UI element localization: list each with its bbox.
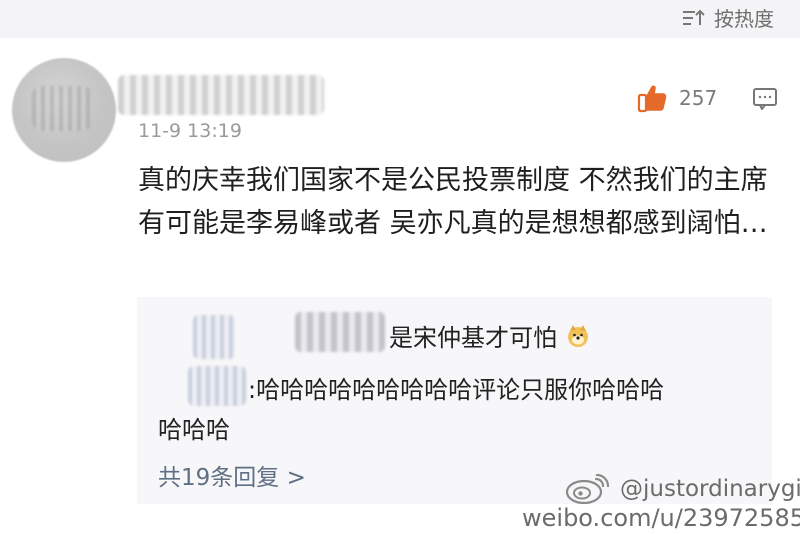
comment-timestamp: 11-9 13:19 <box>138 120 242 142</box>
reply-username-redacted[interactable] <box>295 312 385 352</box>
username-redacted[interactable] <box>118 75 324 115</box>
reply-item: :哈哈哈哈哈哈哈哈哈评论只服你哈哈哈 哈哈哈 <box>158 370 753 450</box>
avatar[interactable] <box>12 58 116 162</box>
watermark-handle: @justordinarygirl <box>564 472 800 506</box>
reply-text-line-2: 哈哈哈 <box>158 416 230 444</box>
weibo-logo-icon <box>565 473 610 505</box>
watermark-url: weibo.com/u/2397258571 <box>522 504 800 532</box>
reply-username-redacted[interactable] <box>188 366 246 406</box>
comment-icon[interactable] <box>752 87 778 111</box>
reply-username-redacted[interactable] <box>193 315 235 359</box>
sort-icon <box>683 9 705 25</box>
reply-item: 是宋仲基才可怕 <box>389 318 591 353</box>
reply-text-line-1: :哈哈哈哈哈哈哈哈哈评论只服你哈哈哈 <box>248 376 665 404</box>
dog-emoji-icon <box>568 324 588 347</box>
thumbs-up-icon <box>637 85 667 113</box>
comment-text: 真的庆幸我们国家不是公民投票制度 不然我们的主席有可能是李易峰或者 吴亦凡真的是… <box>138 165 768 239</box>
like-count: 257 <box>679 86 718 110</box>
reply-text: 是宋仲基才可怕 <box>389 324 557 352</box>
sort-by-hot[interactable]: 按热度 <box>682 3 774 32</box>
view-more-replies-link[interactable]: 共19条回复 > <box>158 458 306 492</box>
watermark-handle-text: @justordinarygirl <box>620 476 800 502</box>
like-button[interactable]: 257 <box>637 82 717 114</box>
top-bar: 按热度 <box>0 0 800 38</box>
sort-label: 按热度 <box>714 7 774 31</box>
